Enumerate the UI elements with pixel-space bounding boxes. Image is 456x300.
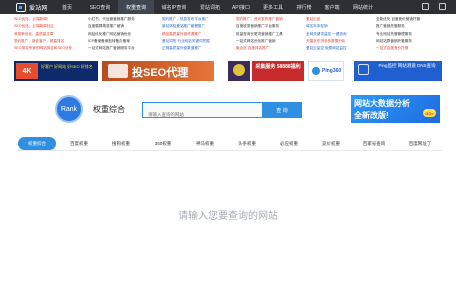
promo-link[interactable]: 天猫京东拼多多数据分析 (306, 38, 376, 45)
banner-ad-5[interactable]: Ping监控 网站测速 DNS查询 (354, 61, 442, 81)
login-icon[interactable] (439, 3, 446, 10)
promo-link[interactable]: 爱站云监控 免费网站监控 (306, 45, 376, 52)
promo-link[interactable]: ICP备案备案贴转备办备案 (88, 38, 162, 45)
banner-ad-2[interactable]: 投SEO代理 (102, 61, 214, 81)
link-column: 契约推广，信息发布平台推广 新站体验爱站推广套餐推广 精品高质量外链资源推广 爱… (162, 16, 236, 60)
promo-link[interactable]: 一站式网站推广营销服务平台 (88, 45, 162, 52)
weight-tabs: 权重综合 百度权重 搜狗权重 360权重 神马权重 头条权重 必应权重 竞价权重… (18, 137, 442, 151)
site-logo[interactable]: 爱站网 (0, 0, 52, 14)
tab-sogou-weight[interactable]: 搜狗权重 (102, 137, 140, 150)
promo-link[interactable]: 域名年末促销 (306, 23, 376, 30)
promo-link[interactable]: 正规高质量外链渠道推广 (162, 45, 236, 52)
tab-baijiahao-query[interactable]: 百家号查询 (354, 137, 394, 150)
tab-baidu-weight[interactable]: 百度权重 (60, 137, 98, 150)
banner-row: 4K 好客户 好网站 好SEO 好排名 投SEO代理 采集服务 58888福利 … (14, 61, 442, 81)
banner-2-graphic (108, 64, 128, 78)
promo-link[interactable]: 一站式百度竞价托管 (376, 45, 442, 52)
promo-link[interactable]: 网站站群营销托管服务 (376, 38, 442, 45)
promo-link[interactable]: SEO优化，云端新闻！ (14, 16, 88, 23)
promo-link[interactable]: 精品高质量外链资源推广 (162, 31, 236, 38)
banner-1-badge: 4K (16, 63, 38, 79)
nav-client[interactable]: 客户端 (318, 0, 346, 14)
banner-ad-1[interactable]: 4K 好客户 好网站 好SEO 好排名 (14, 61, 98, 81)
tab-baidu-url[interactable]: 百度网址丁 (398, 137, 442, 150)
tab-toutiao-weight[interactable]: 头条权重 (228, 137, 266, 150)
tab-shenma-weight[interactable]: 神马权重 (186, 137, 224, 150)
nav-more-tools[interactable]: 更多工具 (256, 0, 290, 14)
rank-logo-text: Rank (60, 105, 78, 113)
promo-link[interactable]: 小红书，代运营营销推广服务 (88, 16, 162, 23)
promo-link[interactable]: 契约推广，信息发布平台推广 (162, 16, 236, 23)
promo-link[interactable]: 全新优化 百度竞价营销托管 (376, 16, 442, 23)
promo-link[interactable]: 百度收录营销推广平台服务 (236, 23, 306, 30)
nav-domain-ip-query[interactable]: 域名IP查询 (154, 0, 194, 14)
search-input[interactable] (143, 107, 263, 122)
promo-link[interactable]: SEO排名专家的网站排名和SEO优化 (14, 45, 88, 52)
logo-text: 爱站网 (29, 5, 48, 12)
banner-ad-3-logo[interactable] (228, 61, 250, 81)
nav-aizhan-ci-tuo[interactable]: 爱站词拓 (194, 0, 226, 14)
promo-link[interactable]: 一站式网站优化推广营销 (236, 38, 306, 45)
promo-link[interactable]: 新站体验爱站推广套餐推广 (162, 23, 236, 30)
nav-icons (422, 3, 446, 10)
promo-link[interactable]: 聚合页 百度排名推广 (236, 45, 306, 52)
nav-weight-query[interactable]: 权重查询 (118, 0, 154, 14)
promo-link[interactable]: SEO优化，云端新闻社区 (14, 23, 88, 30)
promo-link[interactable]: 网站优化推广网站营销优化 (88, 31, 162, 38)
nav-api[interactable]: API接口 (226, 0, 256, 14)
big-data-ad[interactable]: 网站大数据分析 全新改版! GO> (351, 95, 440, 123)
banner-2-text: 投SEO代理 (132, 67, 189, 79)
banner-1-text: 好客户 好网站 好SEO 好排名 (41, 64, 93, 69)
logo-icon (16, 2, 26, 12)
nav-rankings[interactable]: 排行榜 (290, 0, 318, 14)
link-column: 全新优化 百度竞价营销托管 推广营销托管服务 专业网站托管管理服务 网站站群营销… (376, 16, 442, 60)
top-navbar: 爱站网 首页 SEO查询 权重查询 域名IP查询 爱站词拓 API接口 更多工具… (0, 0, 456, 14)
tab-360-weight[interactable]: 360权重 (144, 137, 182, 150)
promo-link[interactable]: 推广营销托管服务 (376, 23, 442, 30)
rank-logo: Rank (55, 95, 83, 123)
tab-weight-summary[interactable]: 权重综合 (18, 137, 56, 150)
banner-ad-3[interactable]: 采集服务 58888福利 (252, 61, 304, 81)
nav-home[interactable]: 首页 (52, 0, 82, 14)
ping-icon (312, 67, 320, 75)
banner-5-text: Ping监控 网站测速 DNS查询 (378, 63, 436, 68)
promo-link[interactable]: 收录率优化，高质量文章 (14, 31, 88, 38)
banner-3-logo-icon (233, 64, 245, 76)
ad-go-button[interactable]: GO> (423, 109, 436, 117)
tab-bing-weight[interactable]: 必应权重 (270, 137, 308, 150)
nav-site-stats[interactable]: 网站统计 (346, 0, 380, 14)
promo-link[interactable]: 全网关键词监控 一键查询 (306, 31, 376, 38)
promo-link[interactable]: 批量查询长尾词营销推广工具 (236, 31, 306, 38)
promo-link[interactable]: 契约推广，资讯发布推广营销 (236, 16, 306, 23)
search-bar: 查 询 (142, 102, 302, 122)
banner-4-text: Ping360 (322, 68, 342, 74)
page-title: 权重综合 (93, 105, 125, 114)
ad-headline: 网站大数据分析 (354, 99, 410, 108)
empty-state-message: 请输入您要查询的网站 (178, 211, 278, 222)
promo-link[interactable]: 爱站词拓 行业网站关键词挖掘 (162, 38, 236, 45)
link-column: 爱站出品 域名年末促销 全网关键词监控 一键查询 天猫京东拼多多数据分析 爱站云… (306, 16, 376, 60)
search-button[interactable]: 查 询 (262, 102, 302, 118)
promo-link-grid: SEO优化，云端新闻！ SEO优化，云端新闻社区 收录率优化，高质量文章 契约推… (14, 16, 442, 60)
promo-link[interactable]: 契约推广，新老客户，超高排名 (14, 38, 88, 45)
nav-seo-query[interactable]: SEO查询 (82, 0, 118, 14)
promo-link[interactable]: 百度霸屏精准推广营销 (88, 23, 162, 30)
link-column: SEO优化，云端新闻！ SEO优化，云端新闻社区 收录率优化，高质量文章 契约推… (14, 16, 88, 60)
link-column: 契约推广，资讯发布推广营销 百度收录营销推广平台服务 批量查询长尾词营销推广工具… (236, 16, 306, 60)
promo-link[interactable]: 爱站出品 (306, 16, 376, 23)
link-column: 小红书，代运营营销推广服务 百度霸屏精准推广营销 网站优化推广网站营销优化 IC… (88, 16, 162, 60)
banner-3-text: 采集服务 58888福利 (255, 64, 301, 70)
user-icon[interactable] (422, 3, 429, 10)
monitor-icon (358, 64, 369, 75)
promo-link[interactable]: 专业网站托管管理服务 (376, 31, 442, 38)
banner-ad-4[interactable]: Ping360 (308, 61, 344, 81)
tab-bidding-weight[interactable]: 竞价权重 (312, 137, 350, 150)
ad-subline: 全新改版! (354, 111, 389, 120)
